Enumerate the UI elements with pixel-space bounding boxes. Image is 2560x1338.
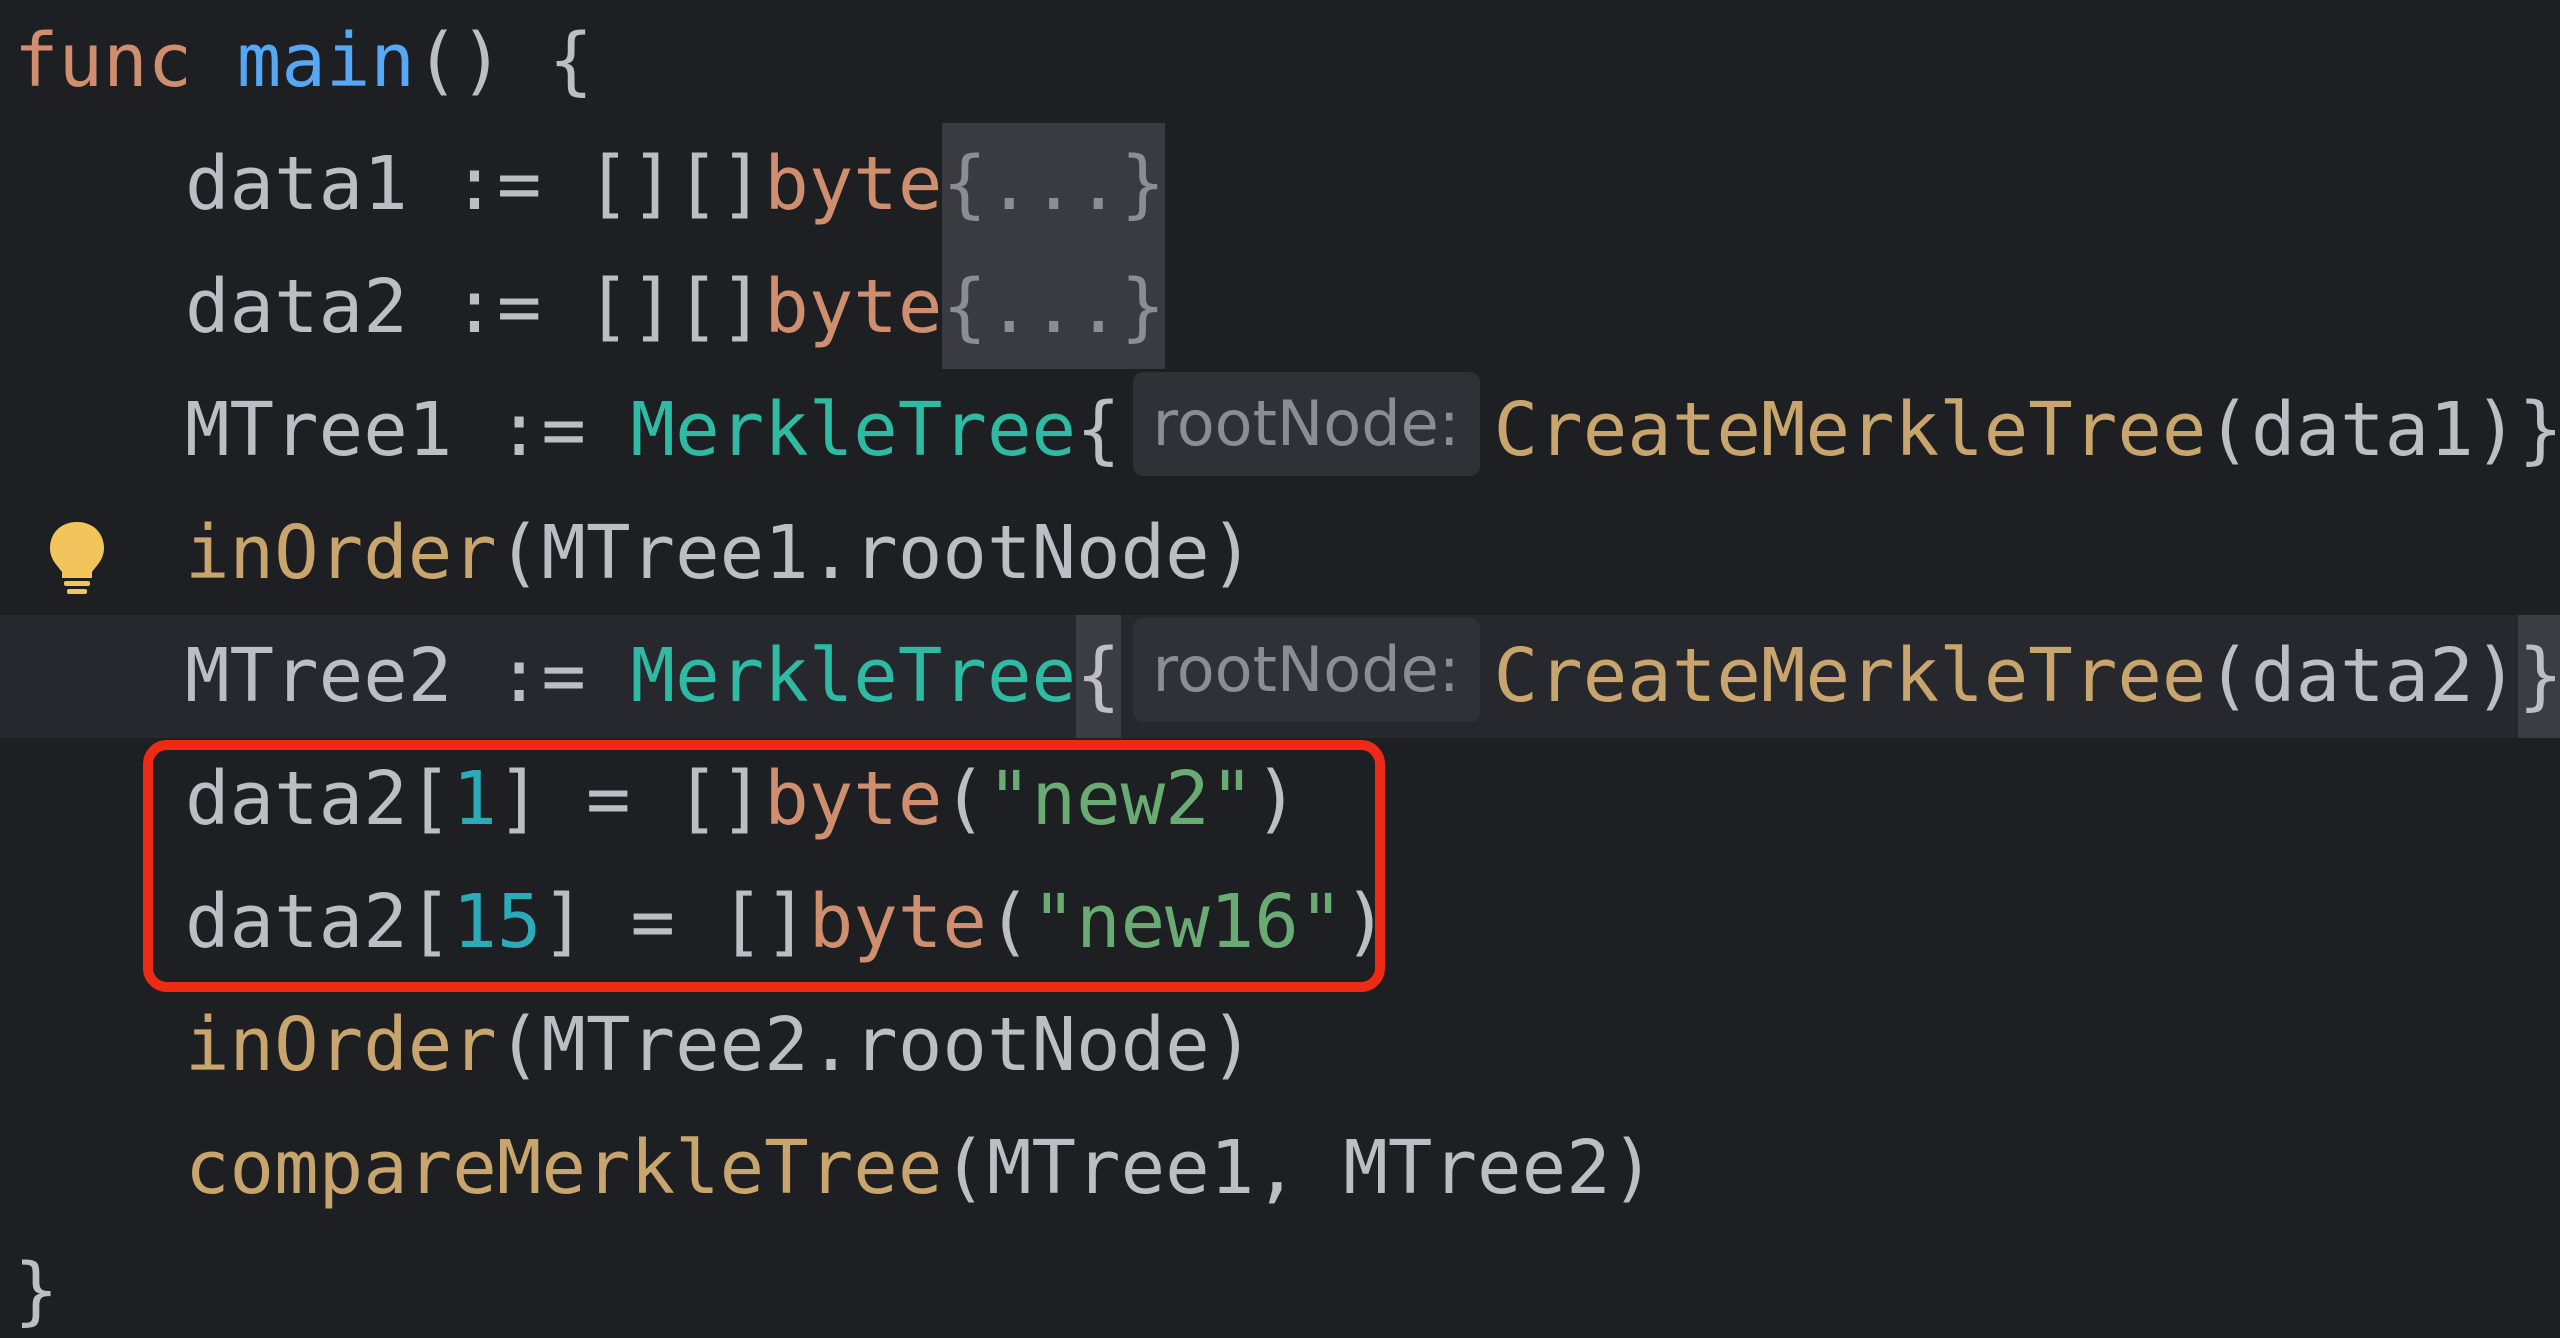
code-text: } [14, 1248, 59, 1334]
annotation-highlight-box [143, 740, 1385, 992]
parameter-inlay-hint: rootNode: [1132, 618, 1480, 722]
current-code-line[interactable]: MTree2 := MerkleTree{rootNode: CreateMerk… [0, 615, 2560, 738]
code-line[interactable]: data1 := [][]byte{...} [0, 123, 2560, 246]
code-text: data1 := [][] [185, 141, 765, 227]
function-call: CreateMerkleTree [1493, 633, 2207, 719]
code-line[interactable]: inOrder(MTree1.rootNode) [0, 492, 2560, 615]
code-text: MTree2 := [185, 633, 631, 719]
folded-code-region[interactable]: {...} [942, 123, 1166, 246]
code-line[interactable]: } [0, 1230, 2560, 1338]
code-text: (MTree1, MTree2) [942, 1125, 1656, 1211]
code-text: (data2) [2206, 633, 2519, 719]
code-text: MTree1 := [185, 387, 631, 473]
code-text: () { [415, 18, 594, 104]
type-keyword: byte [764, 141, 943, 227]
matched-brace: } [2518, 615, 2560, 738]
matched-brace: { [1076, 615, 1121, 738]
function-call: inOrder [185, 510, 497, 596]
type-keyword: byte [764, 264, 943, 350]
struct-type: MerkleTree [630, 387, 1077, 473]
code-editor[interactable]: func main() { data1 := [][]byte{...} dat… [0, 0, 2560, 1338]
code-text: data2 := [][] [185, 264, 765, 350]
parameter-inlay-hint: rootNode: [1132, 372, 1480, 476]
keyword: func [14, 18, 193, 104]
code-text: { [1076, 387, 1121, 473]
code-line[interactable]: inOrder(MTree2.rootNode) [0, 984, 2560, 1107]
code-text: (MTree1.rootNode) [496, 510, 1255, 596]
lightbulb-icon[interactable] [46, 520, 108, 596]
function-call: CreateMerkleTree [1493, 387, 2207, 473]
function-name: main [236, 18, 415, 104]
function-call: compareMerkleTree [185, 1125, 943, 1211]
code-line[interactable]: MTree1 := MerkleTree{rootNode: CreateMerk… [0, 369, 2560, 492]
function-call: inOrder [185, 1002, 497, 1088]
code-line[interactable]: compareMerkleTree(MTree1, MTree2) [0, 1107, 2560, 1230]
code-text: (data1)} [2206, 387, 2560, 473]
code-line[interactable]: func main() { [0, 0, 2560, 123]
code-text: (MTree2.rootNode) [496, 1002, 1255, 1088]
folded-code-region[interactable]: {...} [942, 246, 1166, 369]
struct-type: MerkleTree [630, 633, 1077, 719]
code-line[interactable]: data2 := [][]byte{...} [0, 246, 2560, 369]
